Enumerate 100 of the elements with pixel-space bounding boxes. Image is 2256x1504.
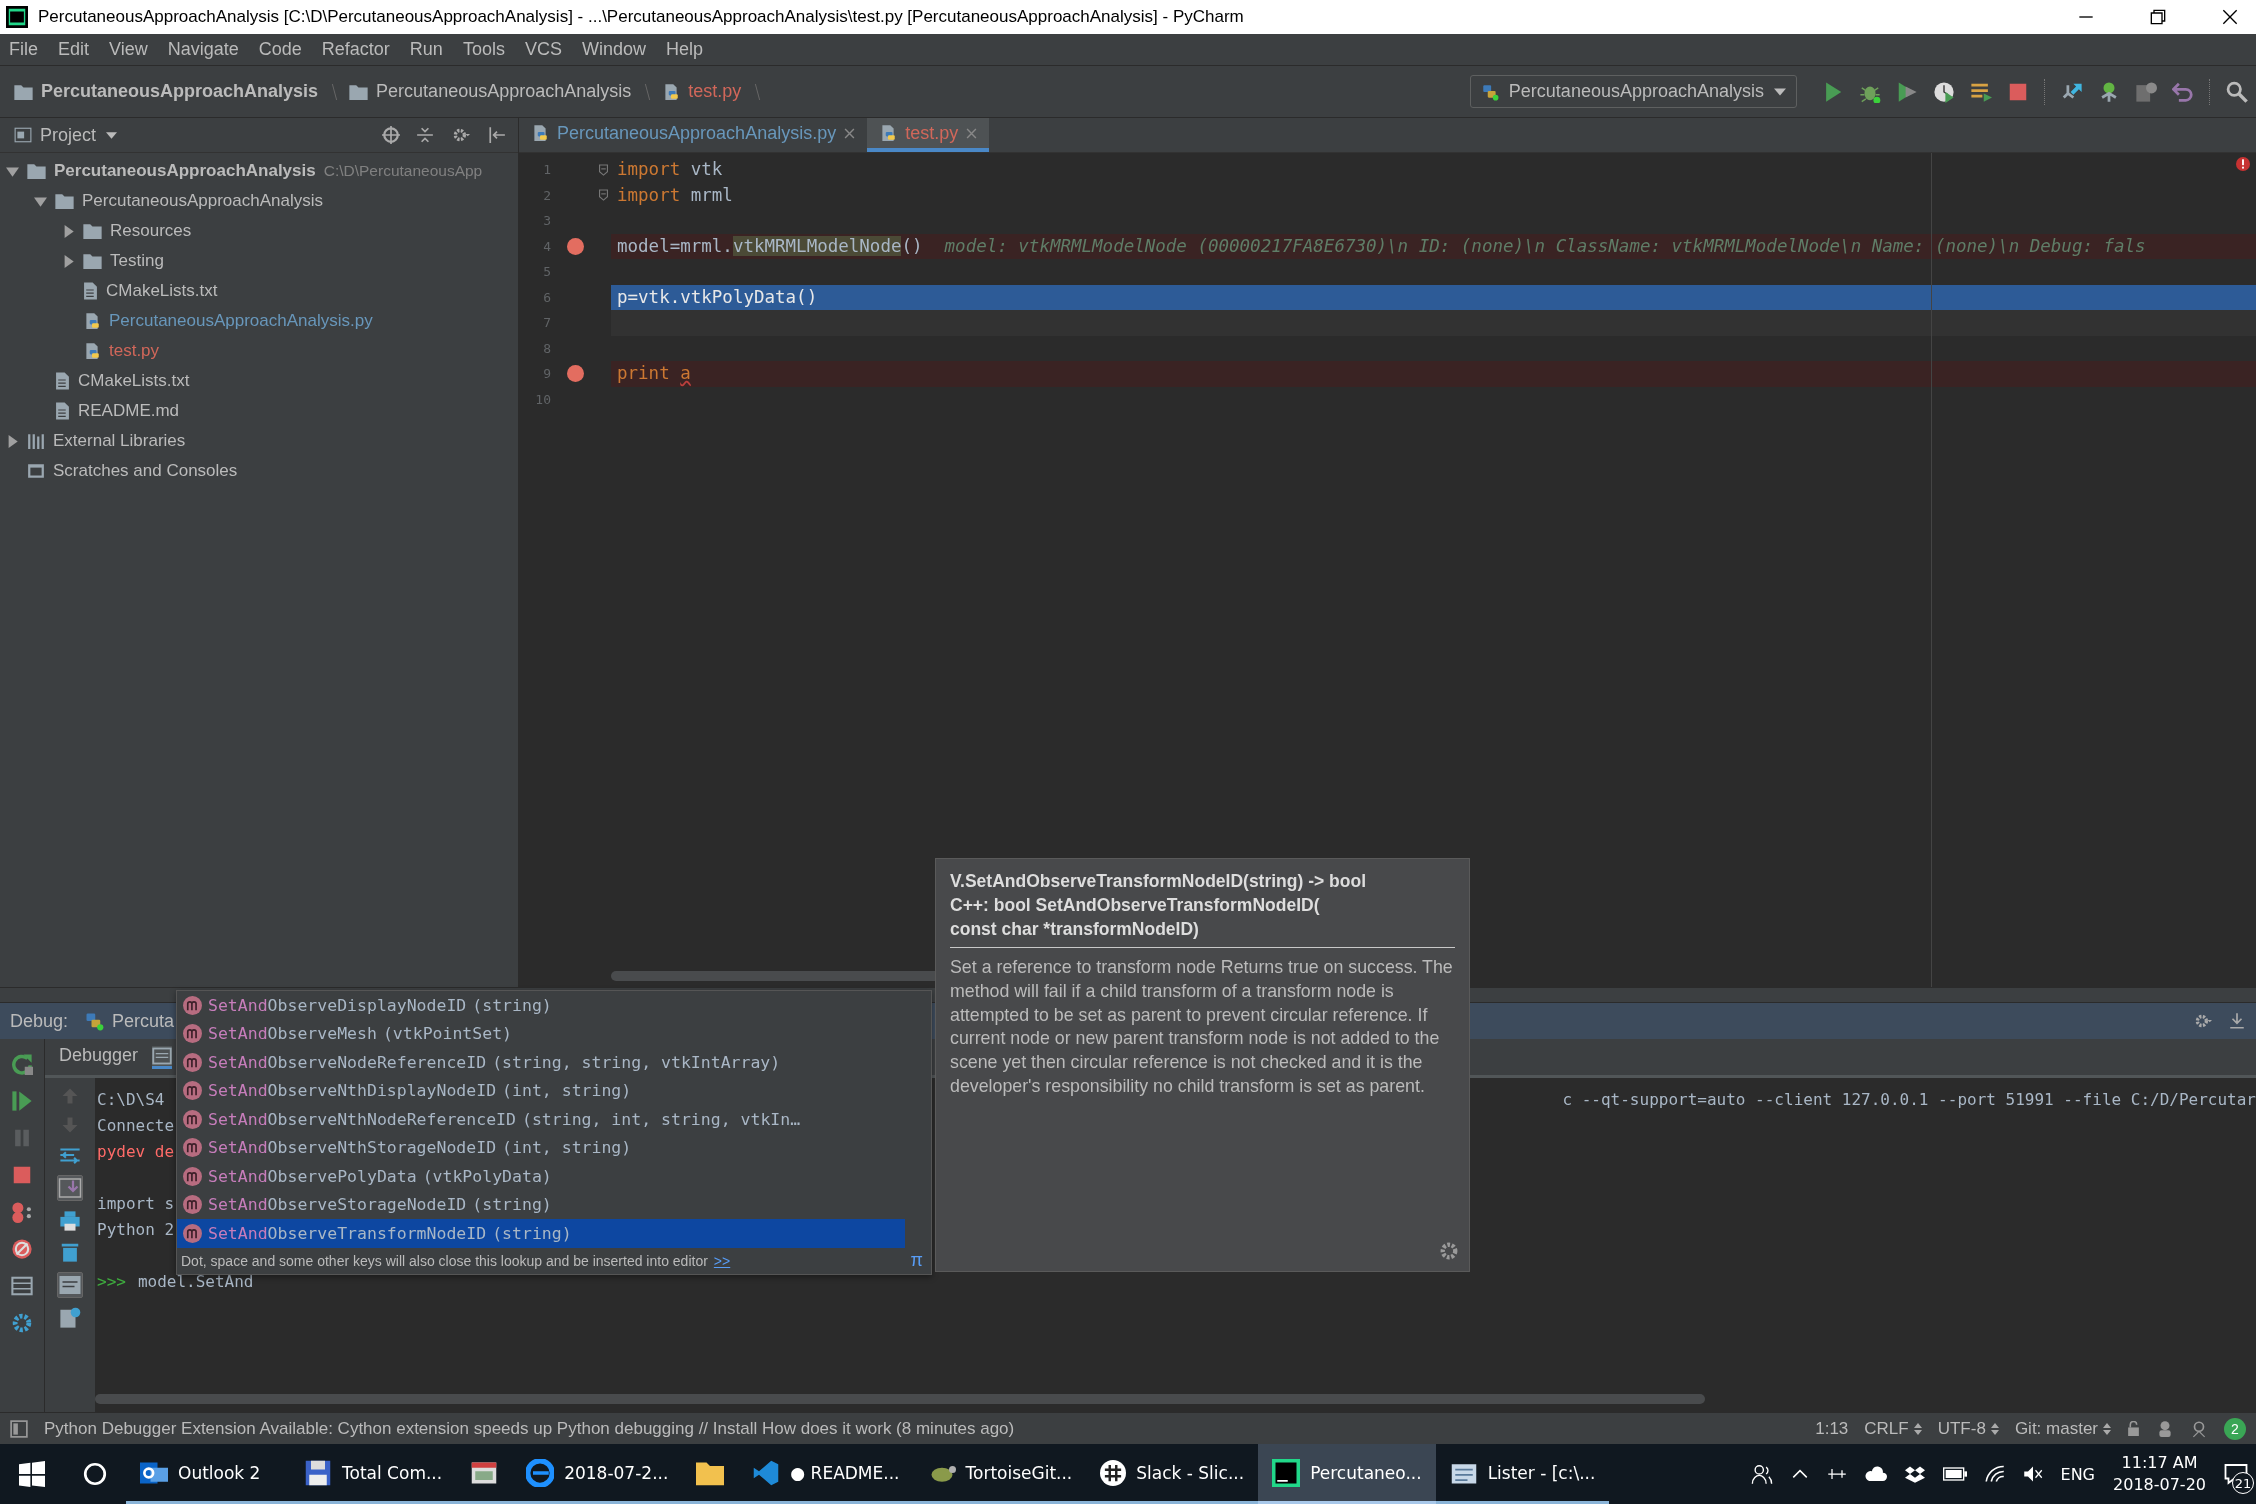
completion-item[interactable]: SetAndObserveNthDisplayNodeID (int, string) <box>177 1076 905 1105</box>
locate-icon[interactable] <box>382 126 400 144</box>
menu-item[interactable]: Run <box>409 39 443 60</box>
tree-item[interactable]: test.py <box>109 341 160 361</box>
fold-icon[interactable] <box>599 189 608 202</box>
completion-item[interactable]: SetAndObserveMesh (vtkPointSet) <box>177 1019 905 1048</box>
notification-badge[interactable]: 2 <box>2224 1417 2246 1440</box>
panel-toggle-icon[interactable] <box>10 1419 28 1438</box>
menu-item[interactable]: View <box>109 39 148 60</box>
menu-item[interactable]: Window <box>581 39 646 60</box>
collapse-all-icon[interactable] <box>416 126 434 144</box>
windows-start-icon[interactable] <box>19 1461 45 1487</box>
taskbar-app[interactable]: ● README... <box>738 1444 914 1504</box>
search-circle-icon[interactable] <box>83 1462 107 1486</box>
wifi-icon[interactable] <box>1984 1464 2005 1484</box>
line-number: 1 <box>542 162 551 178</box>
settings-icon[interactable] <box>1439 1241 1459 1261</box>
taskbar-app[interactable]: Lister - [c:\... <box>1435 1444 1610 1504</box>
debugger-tab[interactable]: Debugger <box>53 1040 145 1074</box>
breakpoints-icon[interactable] <box>11 1201 33 1223</box>
completion-item[interactable]: SetAndObserveDisplayNodeID (string) <box>177 991 905 1020</box>
clock[interactable]: 11:17 AM 2018-07-20 <box>2113 1452 2206 1496</box>
editor-tab[interactable]: PercutaneousApproachAnalysis.py <box>519 118 868 152</box>
scrollbar-thumb[interactable] <box>95 1394 1705 1404</box>
console-icon[interactable] <box>57 1272 83 1298</box>
tree-item[interactable]: PercutaneousApproachAnalysis <box>54 161 316 181</box>
tree-item[interactable]: README.md <box>78 401 180 421</box>
taskbar-app[interactable]: 2018-07-2... <box>512 1444 683 1504</box>
debug-session-tab[interactable]: Percuta <box>112 1010 175 1032</box>
tree-item[interactable]: CMakeLists.txt <box>78 371 190 391</box>
muted-speaker-icon[interactable] <box>2022 1464 2043 1484</box>
menu-item[interactable]: Tools <box>462 39 505 60</box>
stop-icon[interactable] <box>11 1164 33 1186</box>
mute-breakpoints-icon[interactable] <box>11 1238 33 1260</box>
tree-item[interactable]: Testing <box>110 251 164 271</box>
hide-panel-icon[interactable] <box>2228 1012 2246 1030</box>
menu-item[interactable]: Code <box>258 39 302 60</box>
fold-icon[interactable] <box>599 163 608 176</box>
expand-arrow-icon[interactable] <box>62 224 75 238</box>
box-icon[interactable] <box>1904 1464 1925 1484</box>
input-language[interactable]: ENG <box>2060 1464 2095 1484</box>
scroll-to-end-icon[interactable] <box>57 1175 83 1201</box>
rerun-icon[interactable] <box>11 1053 33 1075</box>
taskbar-app[interactable]: Outlook 2 <box>126 1444 290 1504</box>
menu-item[interactable]: Edit <box>58 39 90 60</box>
tree-item[interactable]: PercutaneousApproachAnalysis <box>82 191 323 211</box>
resume-icon[interactable] <box>11 1090 33 1112</box>
menu-item[interactable]: VCS <box>524 39 562 60</box>
tree-item[interactable]: PercutaneousApproachAnalysis.py <box>109 311 373 331</box>
profile-icon[interactable] <box>1933 80 1955 103</box>
breadcrumb[interactable]: PercutaneousApproachAnalysis <box>41 81 319 102</box>
completion-item[interactable]: SetAndObserveNthNodeReferenceID (string, int, string, vtkIn… <box>177 1105 905 1134</box>
taskbar-app[interactable]: TortoiseGit... <box>913 1444 1087 1504</box>
console-input[interactable]: model.SetAnd <box>137 1271 254 1291</box>
expand-arrow-icon[interactable] <box>62 254 75 268</box>
ide-logo-icon <box>1272 1458 1301 1487</box>
menu-item[interactable]: Navigate <box>167 39 239 60</box>
trash-icon[interactable] <box>59 1241 81 1263</box>
method-icon <box>183 1223 202 1243</box>
pi-symbol[interactable]: π <box>910 1250 923 1271</box>
completion-item[interactable]: SetAndObserveStorageNodeID (string) <box>177 1190 905 1219</box>
notification-icon[interactable] <box>2224 1462 2248 1486</box>
print-icon[interactable] <box>59 1210 81 1232</box>
people-icon[interactable] <box>1750 1463 1773 1485</box>
completion-item[interactable]: SetAndObserveTransformNodeID (string) <box>177 1219 905 1248</box>
tree-item[interactable]: Scratches and Consoles <box>53 461 238 481</box>
breadcrumb[interactable]: PercutaneousApproachAnalysis <box>376 81 632 102</box>
revert-icon[interactable] <box>2172 80 2194 103</box>
completion-item[interactable]: SetAndObserveNodeReferenceID (string, string, vtkIntArray) <box>177 1048 905 1077</box>
menu-item[interactable]: Refactor <box>321 39 390 60</box>
taskbar-app[interactable]: Total Com... <box>290 1444 457 1504</box>
status-widget[interactable]: UTF-8 <box>1937 1418 1986 1439</box>
hint-link[interactable]: >> <box>713 1252 731 1269</box>
battery-icon[interactable] <box>1942 1467 1967 1481</box>
run-config-dropdown[interactable]: PercutaneousApproachAnalysis <box>1469 75 1797 108</box>
breakpoint-icon[interactable] <box>566 237 584 255</box>
coverage-icon[interactable] <box>1896 80 1918 103</box>
completion-item[interactable]: SetAndObserveNthStorageNodeID (int, string) <box>177 1133 905 1162</box>
breakpoint-icon[interactable] <box>566 365 584 383</box>
restore-icon[interactable] <box>2150 9 2166 25</box>
status-widget[interactable]: CRLF <box>1864 1418 1909 1439</box>
menu-item[interactable]: File <box>9 39 38 60</box>
console-tab-icon[interactable] <box>152 1045 173 1069</box>
tree-item[interactable]: CMakeLists.txt <box>106 281 218 301</box>
completion-item[interactable]: SetAndObservePolyData (vtkPolyData) <box>177 1162 905 1191</box>
expand-arrow-icon[interactable] <box>6 434 19 448</box>
tree-item[interactable]: Resources <box>110 221 192 241</box>
breadcrumb[interactable]: test.py <box>688 81 742 102</box>
caret-position[interactable]: 1:13 <box>1815 1418 1849 1439</box>
search-icon[interactable] <box>2226 80 2248 103</box>
taskbar-app[interactable]: Percutaneo... <box>1258 1444 1436 1504</box>
menu-item[interactable]: Help <box>665 39 703 60</box>
close-icon[interactable] <box>2222 9 2238 25</box>
lock-icon[interactable] <box>2127 1421 2140 1436</box>
status-widget[interactable]: Git: master <box>2014 1418 2098 1439</box>
project-view-dropdown[interactable]: Project <box>40 124 118 146</box>
tree-item[interactable]: External Libraries <box>53 431 186 451</box>
settings-icon[interactable] <box>11 1312 33 1334</box>
layout-icon[interactable] <box>11 1275 33 1297</box>
hide-panel-icon[interactable] <box>488 126 506 144</box>
